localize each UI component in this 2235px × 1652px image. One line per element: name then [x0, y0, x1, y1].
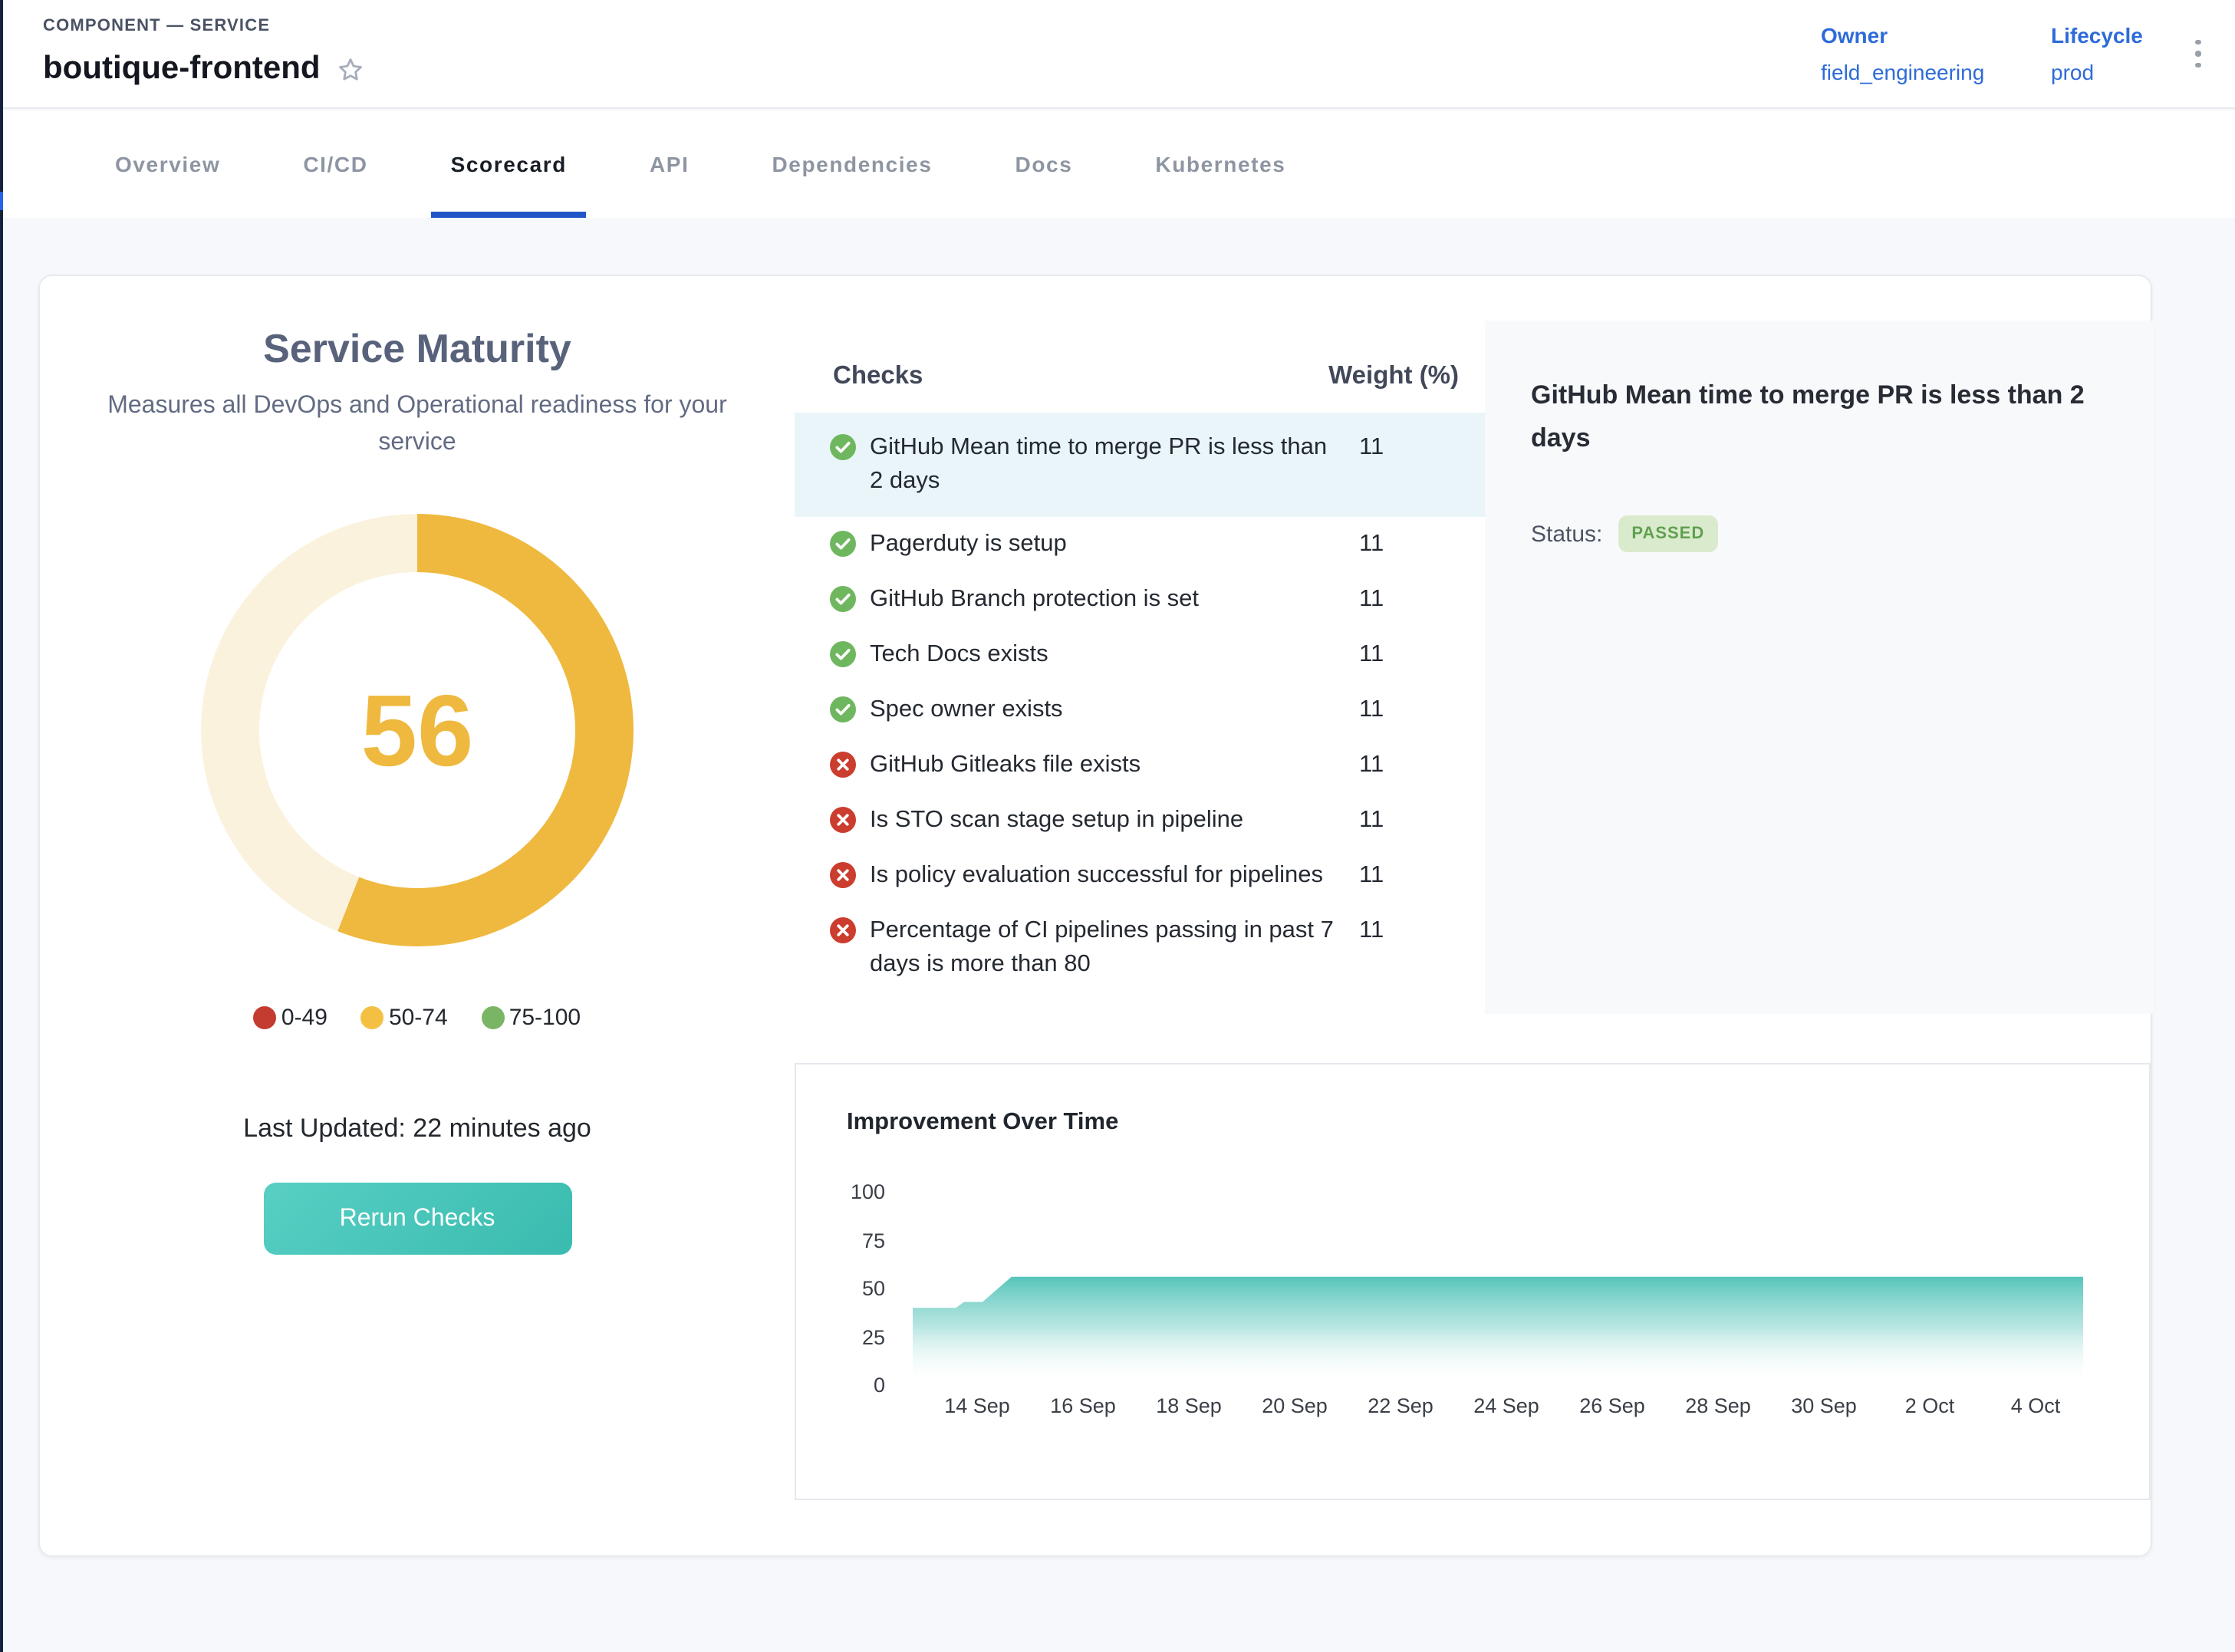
- legend-dot-icon: [254, 1006, 277, 1029]
- lifecycle-label: Lifecycle: [2051, 17, 2143, 54]
- check-label: GitHub Branch protection is set: [870, 583, 1335, 617]
- tab-kubernetes[interactable]: Kubernetes: [1114, 110, 1327, 218]
- tab-overview[interactable]: Overview: [74, 110, 262, 218]
- x-tick-label: 18 Sep: [1143, 1394, 1235, 1417]
- y-tick-label: 50: [824, 1277, 885, 1300]
- owner-label: Owner: [1821, 17, 1984, 54]
- check-label: Percentage of CI pipelines passing in pa…: [870, 914, 1335, 982]
- check-passed-icon: [830, 586, 856, 612]
- page-title: boutique-frontend: [43, 51, 321, 87]
- check-row[interactable]: Pagerduty is setup 11: [795, 517, 1489, 572]
- legend-item: 0-49: [254, 1005, 328, 1031]
- improvement-chart-box: Improvement Over Time 100 75 50 25 0 14 Sep 1…: [795, 1063, 2151, 1500]
- check-weight: 11: [1359, 583, 1384, 617]
- check-weight: 11: [1359, 638, 1384, 672]
- check-weight: 11: [1359, 859, 1384, 893]
- x-tick-label: 28 Sep: [1672, 1394, 1764, 1417]
- check-failed-icon: [830, 917, 856, 943]
- check-failed-icon: [830, 752, 856, 778]
- checks-panel: Checks Weight (%) GitHub Mean time to me…: [795, 321, 1489, 992]
- x-tick-label: 14 Sep: [931, 1394, 1023, 1417]
- weight-column-header: Weight (%): [1328, 362, 1459, 391]
- status-label: Status:: [1531, 521, 1602, 547]
- x-tick-label: 22 Sep: [1354, 1394, 1447, 1417]
- check-label: Is policy evaluation successful for pipe…: [870, 859, 1335, 893]
- y-tick-label: 75: [824, 1229, 885, 1252]
- tab-ci-cd[interactable]: CI/CD: [262, 110, 409, 218]
- scorecard-subtitle: Measures all DevOps and Operational read…: [95, 388, 739, 462]
- x-tick-label: 24 Sep: [1460, 1394, 1552, 1417]
- scorecard-card: Service Maturity Measures all DevOps and…: [38, 275, 2152, 1557]
- check-row[interactable]: GitHub Branch protection is set 11: [795, 572, 1489, 627]
- lifecycle-value: prod: [2051, 54, 2143, 90]
- x-tick-label: 30 Sep: [1778, 1394, 1870, 1417]
- check-passed-icon: [830, 531, 856, 557]
- entity-header: COMPONENT — SERVICE boutique-frontend Ow…: [0, 0, 2235, 109]
- check-label: Tech Docs exists: [870, 638, 1335, 672]
- lifecycle-meta: Lifecycle prod: [2051, 17, 2143, 90]
- check-weight: 11: [1359, 804, 1384, 838]
- improvement-chart-title: Improvement Over Time: [847, 1109, 1118, 1137]
- rerun-checks-button[interactable]: Rerun Checks: [263, 1183, 571, 1255]
- tab-scorecard[interactable]: Scorecard: [410, 110, 608, 218]
- tab-api[interactable]: API: [608, 110, 731, 218]
- check-weight: 11: [1359, 431, 1384, 465]
- check-label: Spec owner exists: [870, 693, 1335, 727]
- check-row[interactable]: Tech Docs exists 11: [795, 627, 1489, 683]
- check-row[interactable]: Percentage of CI pipelines passing in pa…: [795, 903, 1489, 992]
- check-row[interactable]: Is STO scan stage setup in pipeline 11: [795, 793, 1489, 848]
- check-detail-title: GitHub Mean time to merge PR is less tha…: [1531, 374, 2108, 460]
- check-label: GitHub Gitleaks file exists: [870, 749, 1335, 782]
- legend-dot-icon: [482, 1006, 505, 1029]
- y-tick-label: 25: [824, 1325, 885, 1348]
- legend-dot-icon: [361, 1006, 384, 1029]
- x-tick-label: 2 Oct: [1884, 1394, 1976, 1417]
- check-passed-icon: [830, 641, 856, 667]
- owner-meta: Owner field_engineering: [1821, 17, 1984, 90]
- page: COMPONENT — SERVICE boutique-frontend Ow…: [0, 0, 2235, 1652]
- check-detail-panel: GitHub Mean time to merge PR is less tha…: [1485, 321, 2154, 1014]
- entity-kind-label: COMPONENT — SERVICE: [43, 17, 270, 35]
- check-failed-icon: [830, 807, 856, 833]
- x-tick-label: 26 Sep: [1566, 1394, 1658, 1417]
- tab-docs[interactable]: Docs: [974, 110, 1114, 218]
- scorecard-title: Service Maturity: [40, 325, 795, 373]
- y-tick-label: 0: [824, 1374, 885, 1397]
- status-badge: PASSED: [1618, 515, 1718, 552]
- last-updated-text: Last Updated: 22 minutes ago: [40, 1114, 795, 1144]
- check-row[interactable]: Spec owner exists 11: [795, 683, 1489, 738]
- check-row[interactable]: GitHub Gitleaks file exists 11: [795, 738, 1489, 793]
- check-passed-icon: [830, 696, 856, 722]
- check-weight: 11: [1359, 749, 1384, 782]
- check-label: Is STO scan stage setup in pipeline: [870, 804, 1335, 838]
- x-tick-label: 20 Sep: [1249, 1394, 1341, 1417]
- check-weight: 11: [1359, 914, 1384, 948]
- page-left-edge-accent: [0, 192, 3, 210]
- check-row[interactable]: Is policy evaluation successful for pipe…: [795, 848, 1489, 903]
- legend-item: 75-100: [482, 1005, 581, 1031]
- favorite-star-icon[interactable]: [336, 54, 365, 84]
- owner-link[interactable]: field_engineering: [1821, 54, 1984, 90]
- tab-dependencies[interactable]: Dependencies: [730, 110, 973, 218]
- maturity-summary: Service Maturity Measures all DevOps and…: [40, 276, 795, 1255]
- more-options-kebab-icon[interactable]: [2184, 31, 2212, 77]
- x-tick-label: 16 Sep: [1037, 1394, 1129, 1417]
- score-legend: 0-49 50-74 75-100: [40, 1005, 795, 1031]
- x-tick-label: 4 Oct: [1990, 1394, 2082, 1417]
- maturity-score: 56: [201, 514, 634, 946]
- legend-item: 50-74: [361, 1005, 448, 1031]
- check-label: GitHub Mean time to merge PR is less tha…: [870, 431, 1335, 499]
- checks-column-header: Checks: [833, 362, 923, 391]
- checks-list: GitHub Mean time to merge PR is less tha…: [795, 413, 1489, 992]
- check-label: Pagerduty is setup: [870, 528, 1335, 561]
- check-weight: 11: [1359, 528, 1384, 561]
- check-passed-icon: [830, 434, 856, 460]
- improvement-area-chart: [913, 1192, 2083, 1385]
- check-failed-icon: [830, 862, 856, 888]
- entity-tabbar: OverviewCI/CDScorecardAPIDependenciesDoc…: [0, 110, 2235, 218]
- y-tick-label: 100: [824, 1180, 885, 1203]
- check-row[interactable]: GitHub Mean time to merge PR is less tha…: [795, 413, 1489, 517]
- page-left-edge: [0, 0, 3, 1652]
- check-weight: 11: [1359, 693, 1384, 727]
